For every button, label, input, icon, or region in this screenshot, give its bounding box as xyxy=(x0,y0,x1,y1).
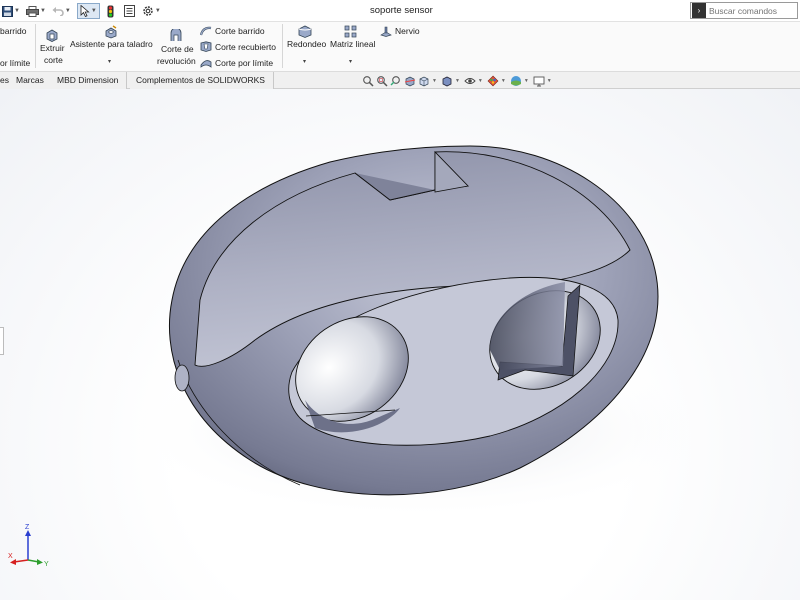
chevron-down-icon[interactable]: ▼ xyxy=(501,78,506,84)
tab-complementos-solidworks[interactable]: Complementos de SOLIDWORKS xyxy=(130,72,274,89)
triad-y-arrow xyxy=(37,559,43,565)
chevron-down-icon[interactable]: ▾ xyxy=(108,58,111,65)
corte-revolucion-label-1: Corte de xyxy=(161,44,194,54)
triad-x-label: X xyxy=(8,553,13,560)
search-input[interactable] xyxy=(709,5,795,16)
triad-y-label: Y xyxy=(44,561,49,568)
asistente-taladro-label: Asistente para taladro xyxy=(70,39,153,49)
undo-button[interactable]: ▼ xyxy=(52,3,71,19)
extruir-corte-label-1: Extruir xyxy=(40,43,65,53)
zoom-to-fit-button[interactable] xyxy=(362,75,374,87)
matriz-lineal-label: Matriz lineal xyxy=(330,39,376,49)
file-properties-icon xyxy=(124,5,136,17)
command-manager-ribbon: barrido or límite Extruir corte Asistent… xyxy=(0,22,800,72)
zoom-area-button[interactable] xyxy=(376,75,388,87)
command-prompt-icon: › xyxy=(692,3,706,18)
part-side-nub[interactable] xyxy=(174,364,190,392)
chevron-down-icon[interactable]: ▼ xyxy=(478,78,483,84)
revolved-cut-icon xyxy=(170,29,182,41)
previous-view-icon xyxy=(390,76,400,86)
undo-icon xyxy=(52,7,64,16)
tab-marcas[interactable]: Marcas xyxy=(10,72,53,89)
corte-barrido-label: Corte barrido xyxy=(215,26,265,36)
hole-wizard-icon xyxy=(105,25,117,39)
display-style-button[interactable] xyxy=(441,75,453,87)
apply-scene-button[interactable] xyxy=(510,75,522,87)
chevron-down-icon[interactable]: ▼ xyxy=(432,78,437,84)
chevron-down-icon[interactable]: ▾ xyxy=(349,58,352,65)
extruded-cut-icon xyxy=(46,29,58,42)
zoom-area-icon xyxy=(377,76,388,87)
chevron-down-icon[interactable]: ▼ xyxy=(65,8,71,14)
barrido-partial-label[interactable]: barrido xyxy=(0,26,26,37)
reference-triad: Z X Y xyxy=(8,524,49,568)
extruir-corte-label-2: corte xyxy=(44,55,63,65)
chevron-down-icon[interactable]: ▼ xyxy=(455,78,460,84)
ribbon-separator xyxy=(282,24,283,68)
redondeo-label: Redondeo xyxy=(287,39,327,49)
chevron-down-icon[interactable]: ▼ xyxy=(155,8,161,14)
chevron-down-icon[interactable]: ▼ xyxy=(14,8,20,14)
corte-revolucion-label-2: revolución xyxy=(157,56,196,66)
hide-show-items-button[interactable] xyxy=(464,75,476,87)
triad-x-axis xyxy=(13,559,29,563)
boundary-cut-icon xyxy=(200,60,212,68)
save-button[interactable]: ▼ xyxy=(2,3,20,19)
select-arrow-icon xyxy=(80,5,90,17)
chevron-down-icon[interactable]: ▼ xyxy=(547,78,552,84)
rib-icon xyxy=(380,26,392,37)
linear-pattern-icon xyxy=(344,25,357,38)
save-icon xyxy=(2,5,13,17)
triad-z-label: Z xyxy=(25,524,30,531)
select-button[interactable]: ▼ xyxy=(76,3,100,19)
options-gear-icon xyxy=(143,6,153,16)
print-button[interactable]: ▼ xyxy=(25,3,46,19)
print-icon xyxy=(25,5,39,17)
view-orientation-button[interactable] xyxy=(418,75,430,87)
search-box[interactable]: › xyxy=(690,2,798,19)
hide-show-items-icon xyxy=(464,78,476,84)
view-settings-icon xyxy=(533,76,545,87)
apply-scene-icon xyxy=(510,76,521,86)
ribbon-separator xyxy=(35,24,36,68)
zoom-to-fit-icon xyxy=(363,76,374,87)
nervio-label: Nervio xyxy=(395,26,420,36)
rebuild-button[interactable] xyxy=(104,3,118,19)
quick-access-toolbar: ▼ ▼ ▼ ▼ ▼ xyxy=(2,2,161,20)
chevron-down-icon[interactable]: ▼ xyxy=(524,78,529,84)
view-orientation-icon xyxy=(419,76,429,87)
chevron-down-icon[interactable]: ▼ xyxy=(91,8,97,14)
file-properties-button[interactable] xyxy=(123,3,137,19)
chevron-down-icon[interactable]: ▾ xyxy=(303,58,306,65)
edit-appearance-button[interactable] xyxy=(487,75,499,87)
tab-mbd-dimension[interactable]: MBD Dimension xyxy=(51,72,128,89)
fillet-icon xyxy=(298,25,312,38)
traffic-light-icon xyxy=(107,5,114,17)
edit-appearance-icon xyxy=(487,75,499,87)
options-button[interactable]: ▼ xyxy=(142,3,161,19)
limite-partial-label[interactable]: or límite xyxy=(0,58,30,69)
part-model[interactable] xyxy=(0,89,800,600)
title-bar: ▼ ▼ ▼ ▼ ▼ soporte sensor › xyxy=(0,0,800,22)
corte-por-limite-label: Corte por límite xyxy=(215,58,274,68)
section-view-button[interactable] xyxy=(404,75,416,87)
corte-recubierto-label: Corte recubierto xyxy=(215,42,276,52)
view-settings-button[interactable] xyxy=(533,75,545,87)
display-style-icon xyxy=(442,76,452,87)
lofted-cut-icon xyxy=(200,41,212,52)
graphics-area[interactable]: Z X Y xyxy=(0,89,800,600)
document-title: soporte sensor xyxy=(370,5,433,16)
chevron-down-icon[interactable]: ▼ xyxy=(40,8,46,14)
heads-up-view-toolbar: ▼ ▼ ▼ ▼ ▼ ▼ xyxy=(362,74,556,88)
swept-cut-icon xyxy=(200,26,212,36)
previous-view-button[interactable] xyxy=(390,75,402,87)
section-view-icon xyxy=(404,76,416,87)
